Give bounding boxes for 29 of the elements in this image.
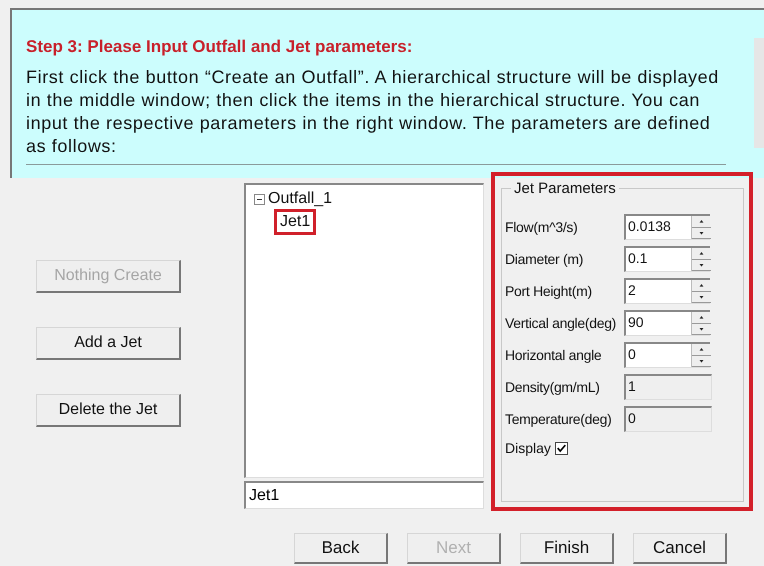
readonly-field: 1 bbox=[624, 374, 712, 400]
scroll-bar[interactable] bbox=[754, 38, 764, 148]
spin-field[interactable]: 0.0138 bbox=[624, 214, 710, 240]
spin-field[interactable]: 90 bbox=[624, 310, 710, 336]
display-checkbox[interactable] bbox=[554, 442, 568, 454]
instructions-text: First click the button “Create an Outfall”. A hierarchical structure will be displayed in the middle window; then click the items in the hierarchical structure. You can input the respective parameters in the right window. The parameters are defined as follows: bbox=[26, 66, 726, 164]
field-label: Port Height(m) bbox=[505, 282, 593, 301]
step-title: Step 3: Please Input Outfall and Jet parameters: bbox=[26, 36, 414, 58]
tree-item[interactable]: Outfall_1 bbox=[268, 189, 332, 209]
field-label: Density(gm/mL) bbox=[505, 378, 601, 397]
field-label: Flow(m^3/s) bbox=[505, 218, 578, 237]
spin-field[interactable]: 0.1 bbox=[624, 246, 710, 272]
tree-item[interactable]: Jet1 bbox=[274, 209, 316, 235]
tree-view[interactable]: Outfall_1 Jet1 bbox=[244, 183, 484, 478]
wizard-button[interactable]: Back bbox=[294, 533, 388, 564]
wizard-button[interactable]: Cancel bbox=[633, 533, 727, 564]
readonly-field: 0 bbox=[624, 406, 712, 432]
spin-field[interactable]: 0 bbox=[624, 342, 710, 368]
collapse-icon[interactable] bbox=[254, 194, 265, 204]
field-label: Diameter (m) bbox=[505, 250, 584, 269]
field-label: Vertical angle(deg) bbox=[505, 314, 618, 333]
field-label: Horizontal angle bbox=[505, 346, 602, 365]
action-button[interactable]: Delete the Jet bbox=[36, 394, 181, 427]
spin-field[interactable]: 2 bbox=[624, 278, 710, 304]
name-field[interactable]: Jet1 bbox=[244, 481, 484, 509]
display-label: Display bbox=[505, 438, 551, 458]
wizard-button[interactable]: Finish bbox=[520, 533, 614, 564]
field-label: Temperature(deg) bbox=[505, 410, 612, 429]
action-button[interactable]: Add a Jet bbox=[36, 327, 181, 360]
